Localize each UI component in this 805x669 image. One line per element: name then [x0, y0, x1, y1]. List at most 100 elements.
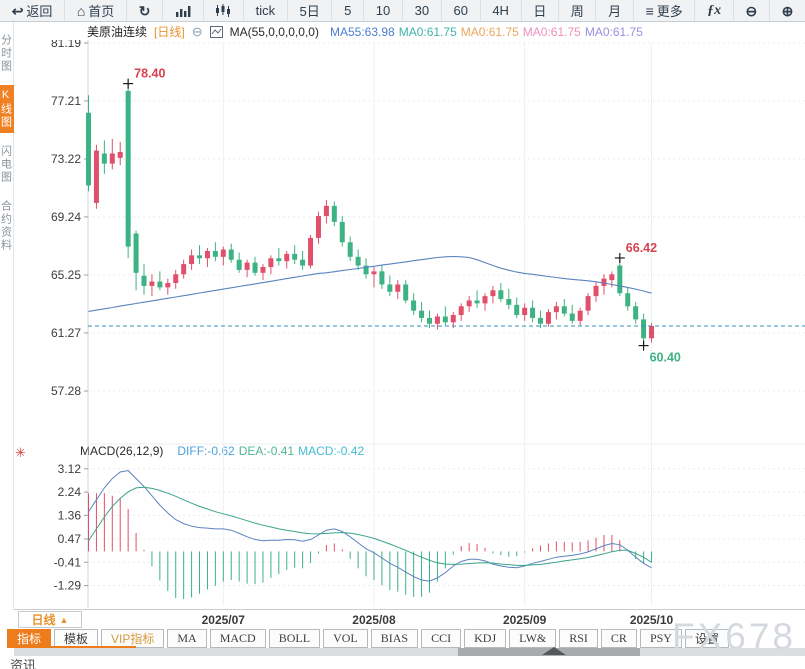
watermark: FX678	[672, 616, 796, 658]
price-annotation: 78.40	[123, 67, 165, 89]
toolbar-button-5日[interactable]: 5日	[287, 0, 332, 21]
indicator-tab-MA[interactable]: MA	[167, 629, 206, 648]
ma-formula: MA(55,0,0,0,0,0)	[230, 25, 319, 39]
toolbar-button-4H[interactable]: 4H	[480, 0, 521, 21]
toolbar-button-label: 30	[415, 3, 429, 18]
indicator-tab-MACD[interactable]: MACD	[210, 629, 266, 648]
ma-value: MA0:61.75	[585, 25, 643, 39]
axis-tick-label: -1.29	[54, 579, 82, 593]
period-tag: [日线]	[154, 23, 185, 40]
triangle-up-icon: ▲	[60, 615, 69, 625]
sidebar-item-合约资料[interactable]: 合约资料	[0, 196, 14, 256]
candles	[86, 84, 654, 346]
indicator-tab-RSI[interactable]: RSI	[559, 629, 598, 648]
axis-tick-label: 65.25	[51, 268, 81, 282]
indicator-tab-CCI[interactable]: CCI	[421, 629, 461, 648]
axis-tick-label: 73.22	[51, 152, 81, 166]
x-axis-label: 2025/09	[503, 613, 546, 627]
zoom-out-icon: ⊖	[746, 4, 758, 18]
symbol-title: 美原油连续	[87, 23, 147, 40]
toolbar-button-月[interactable]: 月	[595, 0, 632, 21]
top-toolbar: ↩返回⌂首页↻tick5日51030604H日周月≡更多ƒx⊖⊕	[0, 0, 805, 22]
mini-chart-icon	[210, 26, 223, 38]
toolbar-button-返回[interactable]: ↩返回	[0, 0, 64, 21]
dea-line	[89, 487, 652, 565]
axis-tick-label: 1.36	[58, 508, 82, 522]
toolbar-button-refresh-icon[interactable]: ↻	[126, 0, 162, 21]
axis-tick-label: 77.21	[51, 94, 81, 108]
x-axis-label: 2025/10	[630, 613, 673, 627]
ma-value: MA0:61.75	[461, 25, 519, 39]
toolbar-button-周[interactable]: 周	[558, 0, 595, 21]
gridlines	[88, 43, 805, 606]
fx-icon: ƒx	[707, 4, 721, 18]
back-icon: ↩	[12, 4, 24, 18]
annotation-label: 66.42	[626, 241, 657, 255]
refresh-icon: ↻	[139, 4, 151, 18]
home-icon: ⌂	[77, 4, 85, 18]
trading-app-window: ↩返回⌂首页↻tick5日51030604H日周月≡更多ƒx⊖⊕ 分时图K线图闪…	[0, 0, 805, 669]
toolbar-button-tick[interactable]: tick	[243, 0, 287, 21]
axis-tick-label: 3.12	[58, 462, 82, 476]
indicator-tab-LW&[interactable]: LW&	[509, 629, 556, 648]
toolbar-button-zoom-in-icon[interactable]: ⊕	[769, 0, 805, 21]
toolbar-button-label: 4H	[492, 3, 509, 18]
bar-chart-icon	[175, 4, 191, 17]
toolbar-button-label: 更多	[657, 1, 683, 20]
toolbar-button-10[interactable]: 10	[363, 0, 402, 21]
tab-news[interactable]: 资讯	[10, 655, 36, 669]
toolbar-button-bar-chart-icon[interactable]	[162, 0, 202, 21]
axis-tick-label: 0.47	[58, 532, 82, 546]
indicator-tab-KDJ[interactable]: KDJ	[464, 629, 506, 648]
drawer-handle[interactable]	[458, 648, 640, 656]
toolbar-button-label: 首页	[88, 1, 114, 20]
kline-chart-canvas[interactable]: 81.1977.2173.2269.2465.2561.2757.283.122…	[14, 40, 805, 610]
ma55-line	[89, 257, 652, 312]
toolbar-button-fx-icon[interactable]: ƒx	[694, 0, 732, 21]
price-annotation: 60.40	[639, 341, 681, 365]
toolbar-button-label: 5	[344, 3, 351, 18]
indicator-tab-VOL[interactable]: VOL	[323, 629, 368, 648]
toolbar-button-30[interactable]: 30	[402, 0, 441, 21]
toolbar-button-更多[interactable]: ≡更多	[633, 0, 695, 21]
price-annotation: 66.42	[615, 241, 657, 263]
ma-values: MA55:63.98MA0:61.75MA0:61.75MA0:61.75MA0…	[326, 25, 643, 39]
toolbar-button-label: 月	[608, 1, 621, 20]
toolbar-button-5[interactable]: 5	[331, 0, 363, 21]
toolbar-button-zoom-out-icon[interactable]: ⊖	[733, 0, 769, 21]
toolbar-button-label: 日	[533, 1, 546, 20]
collapse-pane-icon[interactable]: ⊖	[192, 25, 203, 38]
sidebar-item-分时图[interactable]: 分时图	[0, 30, 14, 77]
ma-value: MA55:63.98	[330, 25, 395, 39]
axis-tick-label: 81.19	[51, 40, 81, 50]
toolbar-button-label: 周	[571, 1, 584, 20]
toolbar-button-60[interactable]: 60	[441, 0, 480, 21]
toolbar-button-candlestick-icon[interactable]	[203, 0, 243, 21]
annotation-label: 78.40	[134, 67, 165, 81]
toolbar-button-label: 60	[453, 3, 467, 18]
indicator-settings-icon[interactable]	[210, 26, 223, 38]
annotation-label: 60.40	[650, 351, 681, 365]
sidebar-item-K线图[interactable]: K线图	[0, 85, 14, 133]
toolbar-button-label: 5日	[300, 1, 320, 20]
axis-tick-label: 2.24	[58, 485, 82, 499]
x-axis-label: 2025/08	[352, 613, 395, 627]
axis-tick-label: -0.41	[54, 555, 82, 569]
axis-tick-label: 69.24	[51, 210, 81, 224]
indicator-tab-BIAS[interactable]: BIAS	[371, 629, 418, 648]
ma-value: MA0:61.75	[399, 25, 457, 39]
indicator-tab-BOLL[interactable]: BOLL	[269, 629, 320, 648]
indicator-tab-CR[interactable]: CR	[601, 629, 637, 648]
toolbar-button-label: 10	[376, 3, 390, 18]
macd-histogram	[89, 493, 652, 599]
sidebar-item-闪电图[interactable]: 闪电图	[0, 141, 14, 188]
x-axis-label: 2025/07	[202, 613, 245, 627]
toolbar-button-首页[interactable]: ⌂首页	[64, 0, 126, 21]
candlestick-icon	[215, 4, 231, 17]
toolbar-button-label: tick	[256, 3, 276, 18]
triangle-up-icon	[542, 647, 566, 655]
period-selector[interactable]: 日线 ▲	[18, 611, 82, 628]
axis-tick-label: 61.27	[51, 326, 81, 340]
price-axis: 81.1977.2173.2269.2465.2561.2757.283.122…	[51, 40, 805, 608]
toolbar-button-日[interactable]: 日	[521, 0, 558, 21]
